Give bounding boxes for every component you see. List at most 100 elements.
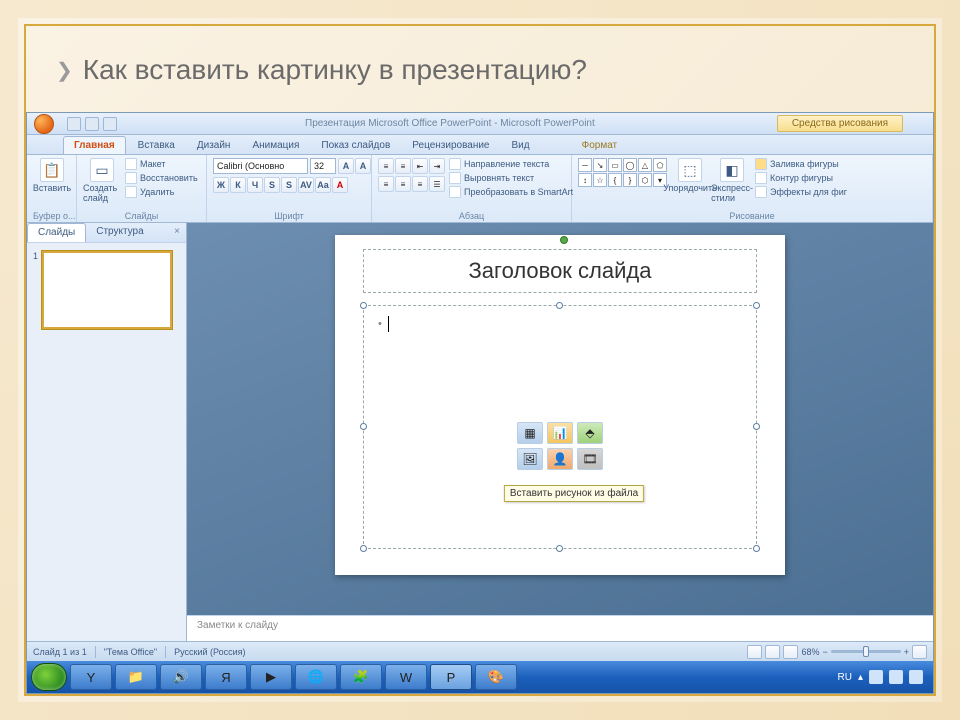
notes-pane[interactable]: Заметки к слайду [187,615,933,641]
resize-handle[interactable] [360,545,367,552]
case-button[interactable]: Aa [315,177,331,193]
taskbar-word[interactable]: W [385,664,427,690]
italic-button[interactable]: К [230,177,246,193]
paste-button[interactable]: 📋Вставить [33,158,71,193]
bold-button[interactable]: Ж [213,177,229,193]
normal-view-icon[interactable] [747,645,762,659]
indent-dec-icon[interactable]: ⇤ [412,158,428,174]
align-text-button[interactable]: Выровнять текст [449,172,573,184]
shadow-button[interactable]: S [281,177,297,193]
tray-lang[interactable]: RU [838,672,852,683]
font-size-select[interactable]: 32 [310,158,336,174]
strike-button[interactable]: S [264,177,280,193]
bullets-icon[interactable]: ≡ [378,158,394,174]
tab-slideshow[interactable]: Показ слайдов [311,137,400,154]
group-drawing-label: Рисование [578,211,926,221]
title-placeholder[interactable]: Заголовок слайда [363,249,757,293]
sorter-view-icon[interactable] [765,645,780,659]
slideshow-view-icon[interactable] [783,645,798,659]
underline-button[interactable]: Ч [247,177,263,193]
qat-save-icon[interactable] [67,117,81,131]
taskbar-media[interactable]: ▶ [250,664,292,690]
taskbar-powerpoint[interactable]: P [430,664,472,690]
panel-tab-slides[interactable]: Слайды [27,223,86,242]
tab-insert[interactable]: Вставка [128,137,185,154]
resize-handle[interactable] [556,302,563,309]
taskbar-yandex[interactable]: Y [70,664,112,690]
insert-smartart-icon[interactable]: ⬘ [577,422,603,444]
reset-button[interactable]: Восстановить [125,172,198,184]
delete-button[interactable]: Удалить [125,186,198,198]
align-left-icon[interactable]: ≡ [378,176,394,192]
layout-button[interactable]: Макет [125,158,198,170]
tab-home[interactable]: Главная [63,136,126,154]
tab-format[interactable]: Формат [572,137,628,154]
insert-picture-icon[interactable]: 🖼 [517,448,543,470]
zoom-out-icon[interactable]: − [822,647,827,657]
tab-view[interactable]: Вид [502,137,540,154]
insert-clipart-icon[interactable]: 👤 [547,448,573,470]
text-cursor[interactable] [378,316,389,332]
qat-undo-icon[interactable] [85,117,99,131]
insert-media-icon[interactable]: 🎞 [577,448,603,470]
tab-design[interactable]: Дизайн [187,137,241,154]
resize-handle[interactable] [360,302,367,309]
status-language[interactable]: Русский (Россия) [174,647,245,657]
ribbon-tabs: Главная Вставка Дизайн Анимация Показ сл… [27,135,933,155]
shapes-gallery[interactable]: ─↘▭◯△⬠ ↕☆{}⬡▾ [578,158,667,187]
font-color-button[interactable]: A [332,177,348,193]
taskbar-explorer[interactable]: 📁 [115,664,157,690]
taskbar-app[interactable]: 🧩 [340,664,382,690]
panel-close-icon[interactable]: × [168,223,186,242]
tray-icon-2[interactable] [889,670,903,684]
taskbar-sound[interactable]: 🔊 [160,664,202,690]
tab-review[interactable]: Рецензирование [402,137,499,154]
indent-inc-icon[interactable]: ⇥ [429,158,445,174]
arrange-button[interactable]: ⬚Упорядочить [671,158,709,193]
align-right-icon[interactable]: ≡ [412,176,428,192]
quick-styles-button[interactable]: ◧Экспресс-стили [713,158,751,203]
insert-chart-icon[interactable]: 📊 [547,422,573,444]
columns-icon[interactable]: ☰ [429,176,445,192]
taskbar-browser[interactable]: 🌐 [295,664,337,690]
content-placeholder[interactable]: ▦ 📊 ⬘ 🖼 👤 🎞 Вставить рисунок из файла [363,305,757,549]
group-clipboard-label: Буфер о... [33,211,70,221]
resize-handle[interactable] [753,302,760,309]
shape-outline-button[interactable]: Контур фигуры [755,172,847,184]
zoom-slider[interactable] [831,650,901,653]
spacing-button[interactable]: AV [298,177,314,193]
effects-icon [755,186,767,198]
thumb-number: 1 [33,251,38,329]
tray-icon-1[interactable] [869,670,883,684]
contextual-tab-label: Средства рисования [777,115,903,132]
shape-effects-button[interactable]: Эффекты для фиг [755,186,847,198]
slide-thumbnail[interactable]: 1 [33,251,180,329]
grow-font-icon[interactable]: A [338,158,354,174]
fit-view-icon[interactable] [912,645,927,659]
start-button[interactable] [31,663,67,691]
numbering-icon[interactable]: ≡ [395,158,411,174]
resize-handle[interactable] [556,545,563,552]
shrink-font-icon[interactable]: A [355,158,371,174]
rotate-handle-icon[interactable] [560,236,568,244]
font-name-select[interactable]: Calibri (Основно [213,158,308,174]
resize-handle[interactable] [753,545,760,552]
align-center-icon[interactable]: ≡ [395,176,411,192]
new-slide-button[interactable]: ▭Создать слайд [83,158,121,203]
insert-table-icon[interactable]: ▦ [517,422,543,444]
text-direction-button[interactable]: Направление текста [449,158,573,170]
tray-icon-3[interactable] [909,670,923,684]
office-button[interactable] [27,113,61,135]
taskbar-ya2[interactable]: Я [205,664,247,690]
shape-fill-button[interactable]: Заливка фигуры [755,158,847,170]
tray-up-icon[interactable]: ▴ [858,672,863,683]
tab-animation[interactable]: Анимация [242,137,309,154]
slide[interactable]: Заголовок слайда [335,235,785,575]
resize-handle[interactable] [360,423,367,430]
smartart-button[interactable]: Преобразовать в SmartArt [449,186,573,198]
panel-tab-outline[interactable]: Структура [86,223,153,242]
resize-handle[interactable] [753,423,760,430]
qat-redo-icon[interactable] [103,117,117,131]
taskbar-paint[interactable]: 🎨 [475,664,517,690]
zoom-in-icon[interactable]: + [904,647,909,657]
